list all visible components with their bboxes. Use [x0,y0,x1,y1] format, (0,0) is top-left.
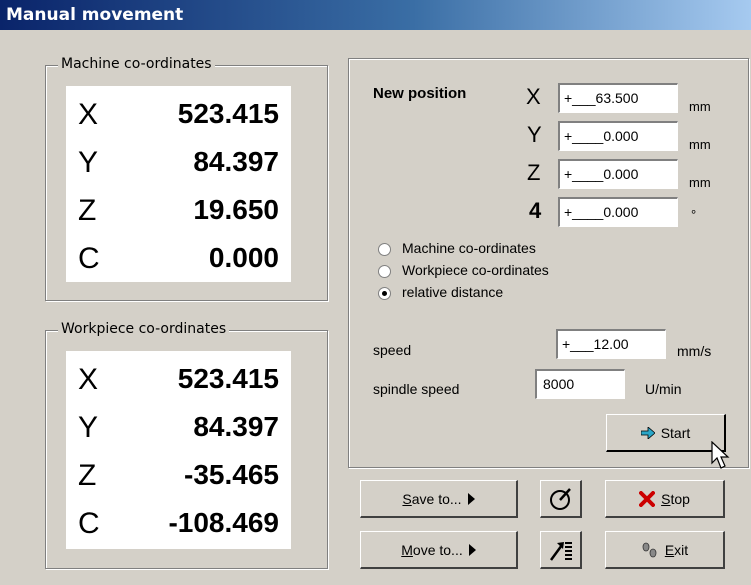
start-button[interactable]: Start [606,414,726,452]
machine-row-z: Z 19.650 [66,194,291,242]
machine-coordinates-display: X 523.415 Y 84.397 Z 19.650 C 0.000 [66,86,291,282]
mouse-cursor-icon [711,441,730,469]
new-position-axis-y: Y [527,122,542,147]
arrow-up-right-list-icon [549,541,572,561]
coordinate-value: -108.469 [168,507,279,538]
machine-coordinates-group: Machine co-ordinates X 523.415 Y 84.397 … [45,56,328,301]
movement-panel: New position X +___63.500 mm Y +____0.00… [348,58,749,469]
table-jump-button[interactable] [540,531,582,569]
axis-label: Y [78,411,99,444]
new-position-x-unit: mm [689,99,711,114]
axis-label: Z [78,459,97,492]
triangle-right-icon [468,543,476,556]
new-position-4-input[interactable]: +____0.000 [558,197,678,227]
move-to-button[interactable]: Move to... [360,531,518,569]
workpiece-row-x: X 523.415 [66,363,291,411]
coordinate-value: 0.000 [208,242,279,273]
workpiece-coordinates-group: Workpiece co-ordinates X 523.415 Y 84.39… [45,321,328,569]
save-to-label: Save to... [402,490,462,507]
axis-label: C [78,242,100,275]
window-title: Manual movement [0,0,751,30]
coordinate-value: 84.397 [193,146,279,177]
new-position-label: New position [373,85,467,102]
workpiece-row-z: Z -35.465 [66,459,291,507]
radio-label-workpiece: Workpiece co-ordinates [402,262,549,278]
radio-machine-coordinates[interactable] [378,243,391,256]
radio-workpiece-coordinates[interactable] [378,265,391,278]
new-position-axis-x: X [526,84,541,109]
probe-button[interactable] [540,480,582,518]
stop-button[interactable]: Stop [605,480,725,518]
machine-coordinates-legend: Machine co-ordinates [58,56,215,72]
workpiece-row-c: C -108.469 [66,507,291,555]
workpiece-coordinates-legend: Workpiece co-ordinates [58,321,230,337]
speed-label: speed [373,342,412,358]
coordinate-value: -35.465 [184,459,279,490]
coordinate-value: 19.650 [193,194,279,225]
triangle-right-icon [467,492,475,505]
radio-relative-distance[interactable] [378,287,391,300]
gauge-icon [549,487,571,510]
new-position-4-unit: ° [691,207,697,222]
axis-label: Z [78,194,97,227]
new-position-y-unit: mm [689,137,711,152]
machine-row-x: X 523.415 [66,98,291,146]
speed-unit: mm/s [677,343,712,359]
axis-label: Y [78,146,99,179]
workpiece-coordinates-display: X 523.415 Y 84.397 Z -35.465 C -108.469 [66,351,291,549]
red-x-icon [639,490,656,507]
spindle-speed-input[interactable]: 8000 [535,369,625,399]
machine-row-c: C 0.000 [66,242,291,290]
coordinate-value: 523.415 [177,363,279,394]
save-to-button[interactable]: Save to... [360,480,518,518]
arrow-right-icon [640,426,655,439]
spindle-speed-label: spindle speed [373,381,460,397]
start-label: Start [660,424,691,441]
exit-label: Exit [664,541,689,558]
axis-label: X [78,98,99,131]
new-position-axis-4: 4 [529,198,542,223]
new-position-x-input[interactable]: +___63.500 [558,83,678,113]
radio-label-machine: Machine co-ordinates [402,240,536,256]
machine-row-y: Y 84.397 [66,146,291,194]
new-position-y-input[interactable]: +____0.000 [558,121,678,151]
coordinate-value: 84.397 [193,411,279,442]
exit-button[interactable]: Exit [605,531,725,569]
footprints-icon [642,542,657,557]
move-to-label: Move to... [401,541,463,558]
new-position-z-unit: mm [689,175,711,190]
coordinate-value: 523.415 [177,98,279,129]
speed-input[interactable]: +___12.00 [556,329,666,359]
new-position-axis-z: Z [527,160,541,185]
spindle-speed-unit: U/min [645,381,682,397]
workpiece-row-y: Y 84.397 [66,411,291,459]
radio-label-relative: relative distance [402,284,504,300]
axis-label: C [78,507,100,540]
stop-label: Stop [661,490,690,507]
new-position-z-input[interactable]: +____0.000 [558,159,678,189]
axis-label: X [78,363,99,396]
